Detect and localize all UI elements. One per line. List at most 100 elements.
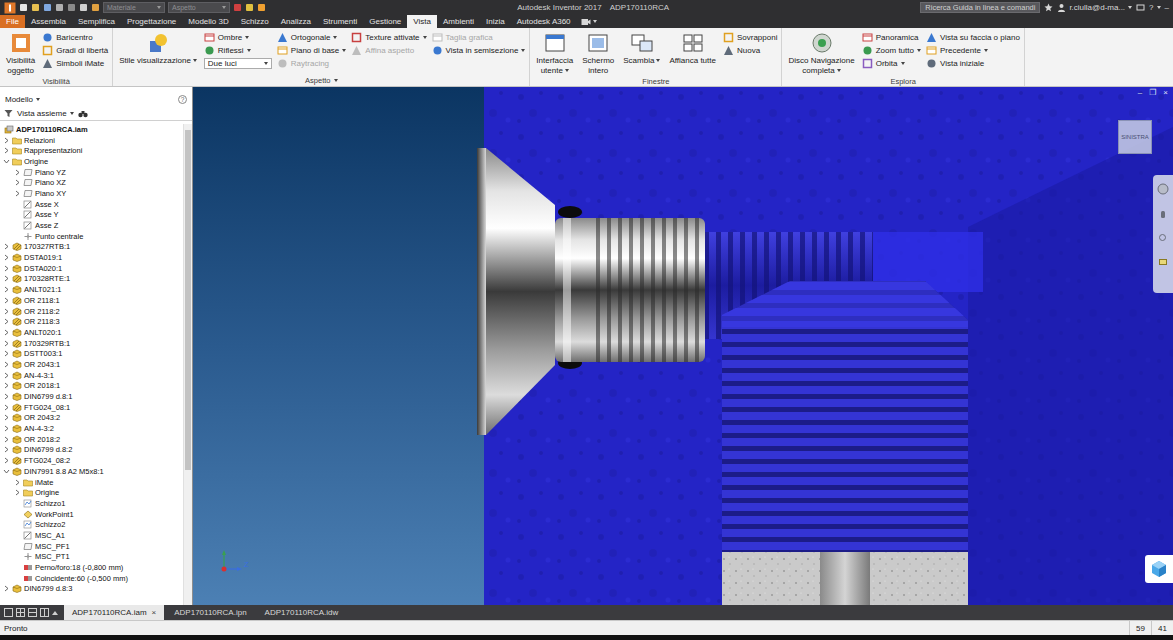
measure-icon[interactable] — [257, 3, 266, 12]
tab-extra[interactable] — [577, 15, 601, 28]
tree-item[interactable]: FTG024_08:2 — [0, 455, 183, 466]
tree-item[interactable]: OR 2118:1 — [0, 295, 183, 306]
layout-grid-icon[interactable] — [16, 608, 25, 617]
expand-chevron-icon[interactable] — [14, 169, 21, 176]
tree-item[interactable]: Asse X — [0, 199, 183, 210]
expand-chevron-icon[interactable] — [3, 147, 10, 154]
expand-chevron-icon[interactable] — [3, 254, 10, 261]
binoculars-icon[interactable] — [78, 110, 88, 118]
ribbon-tab[interactable]: Semplifica — [72, 15, 121, 28]
tree-item[interactable]: ADP170110RCA.iam — [0, 124, 183, 135]
tree-item[interactable]: iMate — [0, 477, 183, 488]
tree-item[interactable]: OR 2118:2 — [0, 306, 183, 317]
expand-chevron-icon[interactable] — [3, 585, 10, 592]
tree-item[interactable]: Origine — [0, 156, 183, 167]
expand-chevron-icon[interactable] — [3, 404, 10, 411]
expand-chevron-icon[interactable] — [3, 457, 10, 464]
tree-item[interactable]: 170327RTB:1 — [0, 242, 183, 253]
ribbon-small-button[interactable]: Nuova — [723, 45, 777, 56]
base-part[interactable] — [722, 552, 968, 605]
ribbon-large-button[interactable]: Interfacciautente — [534, 30, 575, 76]
ribbon-small-button[interactable]: Orbita — [862, 58, 921, 69]
expand-chevron-icon[interactable] — [3, 243, 10, 250]
ribbon-tab[interactable]: Vista — [407, 15, 437, 28]
tree-item[interactable]: MSC_PF1 — [0, 541, 183, 552]
ribbon-large-button[interactable]: Scambia — [621, 30, 662, 66]
function-icon[interactable] — [245, 3, 254, 12]
tree-item[interactable]: MSC_A1 — [0, 530, 183, 541]
expand-chevron-icon[interactable] — [3, 361, 10, 368]
help-search-field[interactable]: Ricerca Guida in linea e comandi — [920, 2, 1040, 13]
document-tab[interactable]: ADP170110RCA.idw — [257, 605, 347, 620]
tree-item[interactable]: Asse Y — [0, 210, 183, 221]
screw-part[interactable] — [555, 218, 705, 362]
ribbon-small-button[interactable]: Gradi di libertà — [42, 45, 108, 56]
expand-chevron-icon[interactable] — [3, 372, 10, 379]
star-icon[interactable] — [1044, 3, 1053, 12]
exchange-apps-icon[interactable] — [1136, 3, 1145, 12]
tree-item[interactable]: Asse Z — [0, 220, 183, 231]
tree-item[interactable]: Relazioni — [0, 135, 183, 146]
expand-chevron-icon[interactable] — [3, 340, 10, 347]
tree-item[interactable]: OR 2043:2 — [0, 413, 183, 424]
document-tab[interactable]: ADP170110RCA.iam× — [64, 605, 164, 620]
update-icon[interactable] — [91, 3, 100, 12]
view-cube[interactable]: SINISTRA — [1118, 120, 1152, 154]
filter-icon[interactable] — [4, 109, 13, 118]
steering-wheel-icon[interactable] — [1157, 183, 1169, 195]
quick-access-field[interactable]: Materiale — [103, 2, 165, 13]
tree-item[interactable]: ANLT020:1 — [0, 327, 183, 338]
view-select[interactable]: Vista assieme — [17, 109, 74, 118]
expand-chevron-icon[interactable] — [3, 308, 10, 315]
save-icon[interactable] — [43, 3, 52, 12]
ribbon-small-button[interactable]: Simboli iMate — [42, 58, 108, 69]
tree-item[interactable]: DSTA020:1 — [0, 263, 183, 274]
tree-item[interactable]: Perno/foro:18 (-0,800 mm) — [0, 562, 183, 573]
ribbon-small-button[interactable]: Ombre — [204, 32, 272, 43]
ribbon-tab[interactable]: Ambienti — [437, 15, 480, 28]
app-logo-icon[interactable] — [4, 2, 16, 14]
quick-access-field[interactable]: Aspetto — [168, 2, 230, 13]
tree-item[interactable]: Schizzo1 — [0, 498, 183, 509]
ribbon-tab[interactable]: Gestione — [363, 15, 407, 28]
viewport-window-button[interactable]: ❐ — [1149, 88, 1156, 97]
tree-item[interactable]: OR 2018:1 — [0, 381, 183, 392]
ribbon-tab[interactable]: Autodesk A360 — [511, 15, 577, 28]
browser-title[interactable]: Modello — [5, 95, 40, 104]
tree-item[interactable]: Punto centrale — [0, 231, 183, 242]
tree-item[interactable]: DIN6799 d.8:3 — [0, 584, 183, 595]
viewport-window-button[interactable]: × — [1163, 88, 1168, 97]
expand-chevron-icon[interactable] — [3, 414, 10, 421]
expand-chevron-icon[interactable] — [3, 137, 10, 144]
document-tab[interactable]: ADP170110RCA.ipn — [166, 605, 254, 620]
ribbon-small-button[interactable]: Zoom tutto — [862, 45, 921, 56]
ribbon-tab[interactable]: Strumenti — [317, 15, 363, 28]
expand-chevron-icon[interactable] — [3, 286, 10, 293]
ribbon-small-button[interactable]: Texture attivate — [351, 32, 426, 43]
ribbon-small-button[interactable]: Piano di base — [277, 45, 346, 56]
expand-chevron-icon[interactable] — [14, 190, 21, 197]
ribbon-large-button[interactable]: Affianca tutte — [667, 30, 718, 66]
color-icon[interactable] — [233, 3, 242, 12]
expand-chevron-icon[interactable] — [3, 318, 10, 325]
ribbon-large-button[interactable]: Visibilitàoggetto — [4, 30, 37, 76]
viewport-scene[interactable] — [193, 87, 1173, 605]
ribbon-large-button[interactable]: Disco Navigazionecompleta — [786, 30, 856, 76]
ribbon-small-button[interactable]: Raytracing — [277, 58, 346, 69]
expand-chevron-icon[interactable] — [3, 436, 10, 443]
ribbon-large-button[interactable]: Stile visualizzazione — [117, 30, 199, 66]
expand-chevron-icon[interactable] — [3, 265, 10, 272]
expand-chevron-icon[interactable] — [3, 425, 10, 432]
tree-item[interactable]: Origine — [0, 487, 183, 498]
tree-item[interactable]: ANLT021:1 — [0, 284, 183, 295]
expand-chevron-icon[interactable] — [14, 479, 21, 486]
ribbon-tab[interactable]: Inizia — [480, 15, 511, 28]
zoom-icon[interactable] — [1158, 233, 1168, 243]
close-tab-button[interactable]: × — [152, 608, 157, 617]
scrollbar-thumb[interactable] — [185, 130, 191, 470]
ribbon-tab[interactable]: Assembla — [25, 15, 72, 28]
tree-scrollbar[interactable] — [183, 124, 192, 605]
tree-item[interactable]: Rappresentazioni — [0, 145, 183, 156]
tree-item[interactable]: FTG024_08:1 — [0, 402, 183, 413]
ribbon-small-button[interactable]: Sovrapponi — [723, 32, 777, 43]
